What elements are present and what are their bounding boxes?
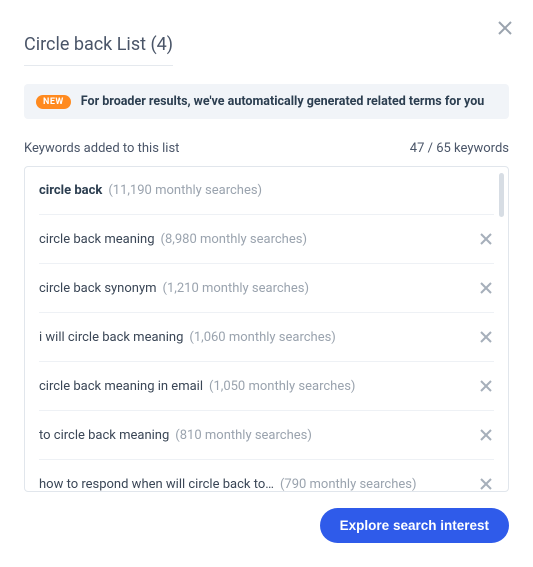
keyword-row: how to respond when will circle back to…… — [39, 460, 494, 492]
remove-keyword-button[interactable] — [478, 231, 494, 247]
x-icon — [479, 281, 493, 295]
keyword-term: circle back meaning — [39, 232, 155, 247]
keyword-row: circle back (11,190 monthly searches) — [39, 167, 494, 215]
keyword-stat: (8,980 monthly searches) — [161, 232, 307, 247]
remove-keyword-button[interactable] — [478, 476, 494, 492]
keyword-term: circle back synonym — [39, 281, 157, 296]
keyword-term: circle back meaning in email — [39, 379, 203, 394]
subhead-label: Keywords added to this list — [24, 141, 179, 156]
remove-keyword-button[interactable] — [478, 378, 494, 394]
keyword-row-main: how to respond when will circle back to…… — [39, 477, 417, 492]
keyword-term: i will circle back meaning — [39, 330, 183, 345]
keyword-row-main: circle back meaning (8,980 monthly search… — [39, 232, 307, 247]
list-subheader: Keywords added to this list 47 / 65 keyw… — [24, 141, 509, 156]
banner-text: For broader results, we've automatically… — [81, 94, 485, 109]
new-badge: NEW — [36, 95, 71, 109]
keyword-stat: (1,060 monthly searches) — [189, 330, 335, 345]
keyword-row-main: circle back synonym (1,210 monthly search… — [39, 281, 309, 296]
remove-keyword-button[interactable] — [478, 329, 494, 345]
x-icon — [479, 428, 493, 442]
explore-button[interactable]: Explore search interest — [320, 508, 509, 543]
x-icon — [479, 330, 493, 344]
keyword-stat: (1,050 monthly searches) — [209, 379, 355, 394]
info-banner: NEW For broader results, we've automatic… — [24, 84, 509, 119]
remove-keyword-button[interactable] — [478, 427, 494, 443]
keyword-stat: (790 monthly searches) — [280, 477, 417, 492]
close-button[interactable] — [495, 18, 515, 38]
keyword-row-main: to circle back meaning (810 monthly searc… — [39, 428, 312, 443]
remove-keyword-button[interactable] — [478, 280, 494, 296]
modal-title: Circle back List (4) — [24, 34, 173, 66]
keyword-count: 47 / 65 keywords — [410, 141, 509, 156]
x-icon — [479, 477, 493, 491]
keyword-list-modal: Circle back List (4) NEW For broader res… — [0, 0, 533, 567]
keyword-row-main: i will circle back meaning (1,060 monthly… — [39, 330, 336, 345]
keyword-row: circle back meaning in email (1,050 month… — [39, 362, 494, 411]
keyword-stat: (11,190 monthly searches) — [108, 183, 262, 198]
keyword-term: to circle back meaning — [39, 428, 169, 443]
x-icon — [479, 232, 493, 246]
scrollbar-thumb[interactable] — [499, 173, 504, 217]
keyword-term: circle back — [39, 183, 102, 198]
close-icon — [497, 20, 513, 36]
keyword-list: circle back(11,190 monthly searches)circ… — [24, 166, 509, 492]
keyword-row: to circle back meaning (810 monthly searc… — [39, 411, 494, 460]
keyword-stat: (810 monthly searches) — [175, 428, 312, 443]
keyword-row: i will circle back meaning (1,060 monthly… — [39, 313, 494, 362]
modal-footer: Explore search interest — [24, 508, 509, 543]
keyword-row-main: circle back (11,190 monthly searches) — [39, 183, 262, 198]
keyword-term: how to respond when will circle back to… — [39, 477, 274, 492]
keyword-stat: (1,210 monthly searches) — [163, 281, 309, 296]
x-icon — [479, 379, 493, 393]
keyword-row: circle back synonym (1,210 monthly search… — [39, 264, 494, 313]
keyword-row: circle back meaning (8,980 monthly search… — [39, 215, 494, 264]
keyword-row-main: circle back meaning in email (1,050 month… — [39, 379, 355, 394]
